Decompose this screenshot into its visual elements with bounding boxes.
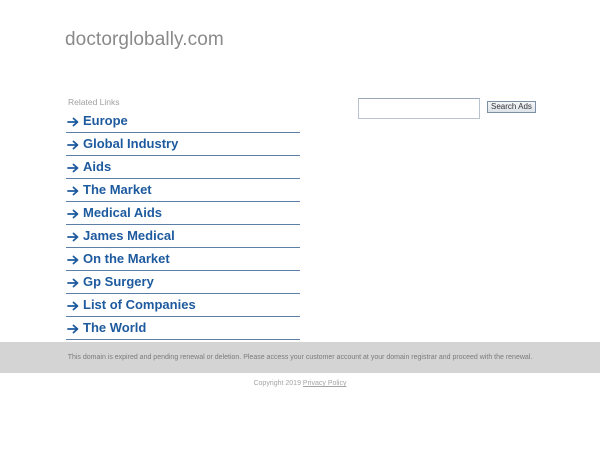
arrow-right-icon <box>67 301 79 311</box>
related-link-james-medical[interactable]: James Medical <box>66 225 300 248</box>
related-link-medical-aids[interactable]: Medical Aids <box>66 202 300 225</box>
related-link-gp-surgery[interactable]: Gp Surgery <box>66 271 300 294</box>
search-ads-form: Search Ads <box>358 98 536 119</box>
arrow-right-icon <box>67 255 79 265</box>
related-link-the-world[interactable]: The World <box>66 317 300 340</box>
related-link-label[interactable]: List of Companies <box>83 294 196 316</box>
related-link-label[interactable]: Aids <box>83 156 111 178</box>
arrow-right-icon <box>67 232 79 242</box>
related-link-label[interactable]: Global Industry <box>83 133 178 155</box>
related-link-aids[interactable]: Aids <box>66 156 300 179</box>
arrow-right-icon <box>67 209 79 219</box>
arrow-right-icon <box>67 117 79 127</box>
expiry-notice-text: This domain is expired and pending renew… <box>67 354 533 361</box>
related-link-label[interactable]: Medical Aids <box>83 202 162 224</box>
related-link-label[interactable]: James Medical <box>83 225 175 247</box>
search-ads-button[interactable]: Search Ads <box>487 100 536 113</box>
parked-domain-page: doctorglobally.com Related Links Europe … <box>0 0 600 450</box>
related-link-label[interactable]: The World <box>83 317 146 339</box>
related-links-heading: Related Links <box>68 97 120 107</box>
related-link-europe[interactable]: Europe <box>66 110 300 133</box>
related-link-label[interactable]: Europe <box>83 110 128 132</box>
related-link-label[interactable]: The Market <box>83 179 152 201</box>
arrow-right-icon <box>67 278 79 288</box>
related-links-list: Europe Global Industry Aids The Market M… <box>66 110 300 340</box>
footer: Copyright 2019 Privacy Policy <box>0 380 600 387</box>
related-link-label[interactable]: On the Market <box>83 248 170 270</box>
arrow-right-icon <box>67 186 79 196</box>
arrow-right-icon <box>67 140 79 150</box>
related-link-label[interactable]: Gp Surgery <box>83 271 154 293</box>
search-input[interactable] <box>358 98 480 119</box>
related-link-global-industry[interactable]: Global Industry <box>66 133 300 156</box>
site-title: doctorglobally.com <box>65 29 224 50</box>
arrow-right-icon <box>67 163 79 173</box>
arrow-right-icon <box>67 324 79 334</box>
expiry-notice-bar: This domain is expired and pending renew… <box>0 342 600 373</box>
related-link-on-the-market[interactable]: On the Market <box>66 248 300 271</box>
related-link-list-of-companies[interactable]: List of Companies <box>66 294 300 317</box>
privacy-policy-link[interactable]: Privacy Policy <box>303 380 347 387</box>
copyright-text: Copyright 2019 <box>253 380 301 387</box>
related-links-section: Related Links Europe Global Industry Aid… <box>66 97 300 340</box>
related-link-the-market[interactable]: The Market <box>66 179 300 202</box>
